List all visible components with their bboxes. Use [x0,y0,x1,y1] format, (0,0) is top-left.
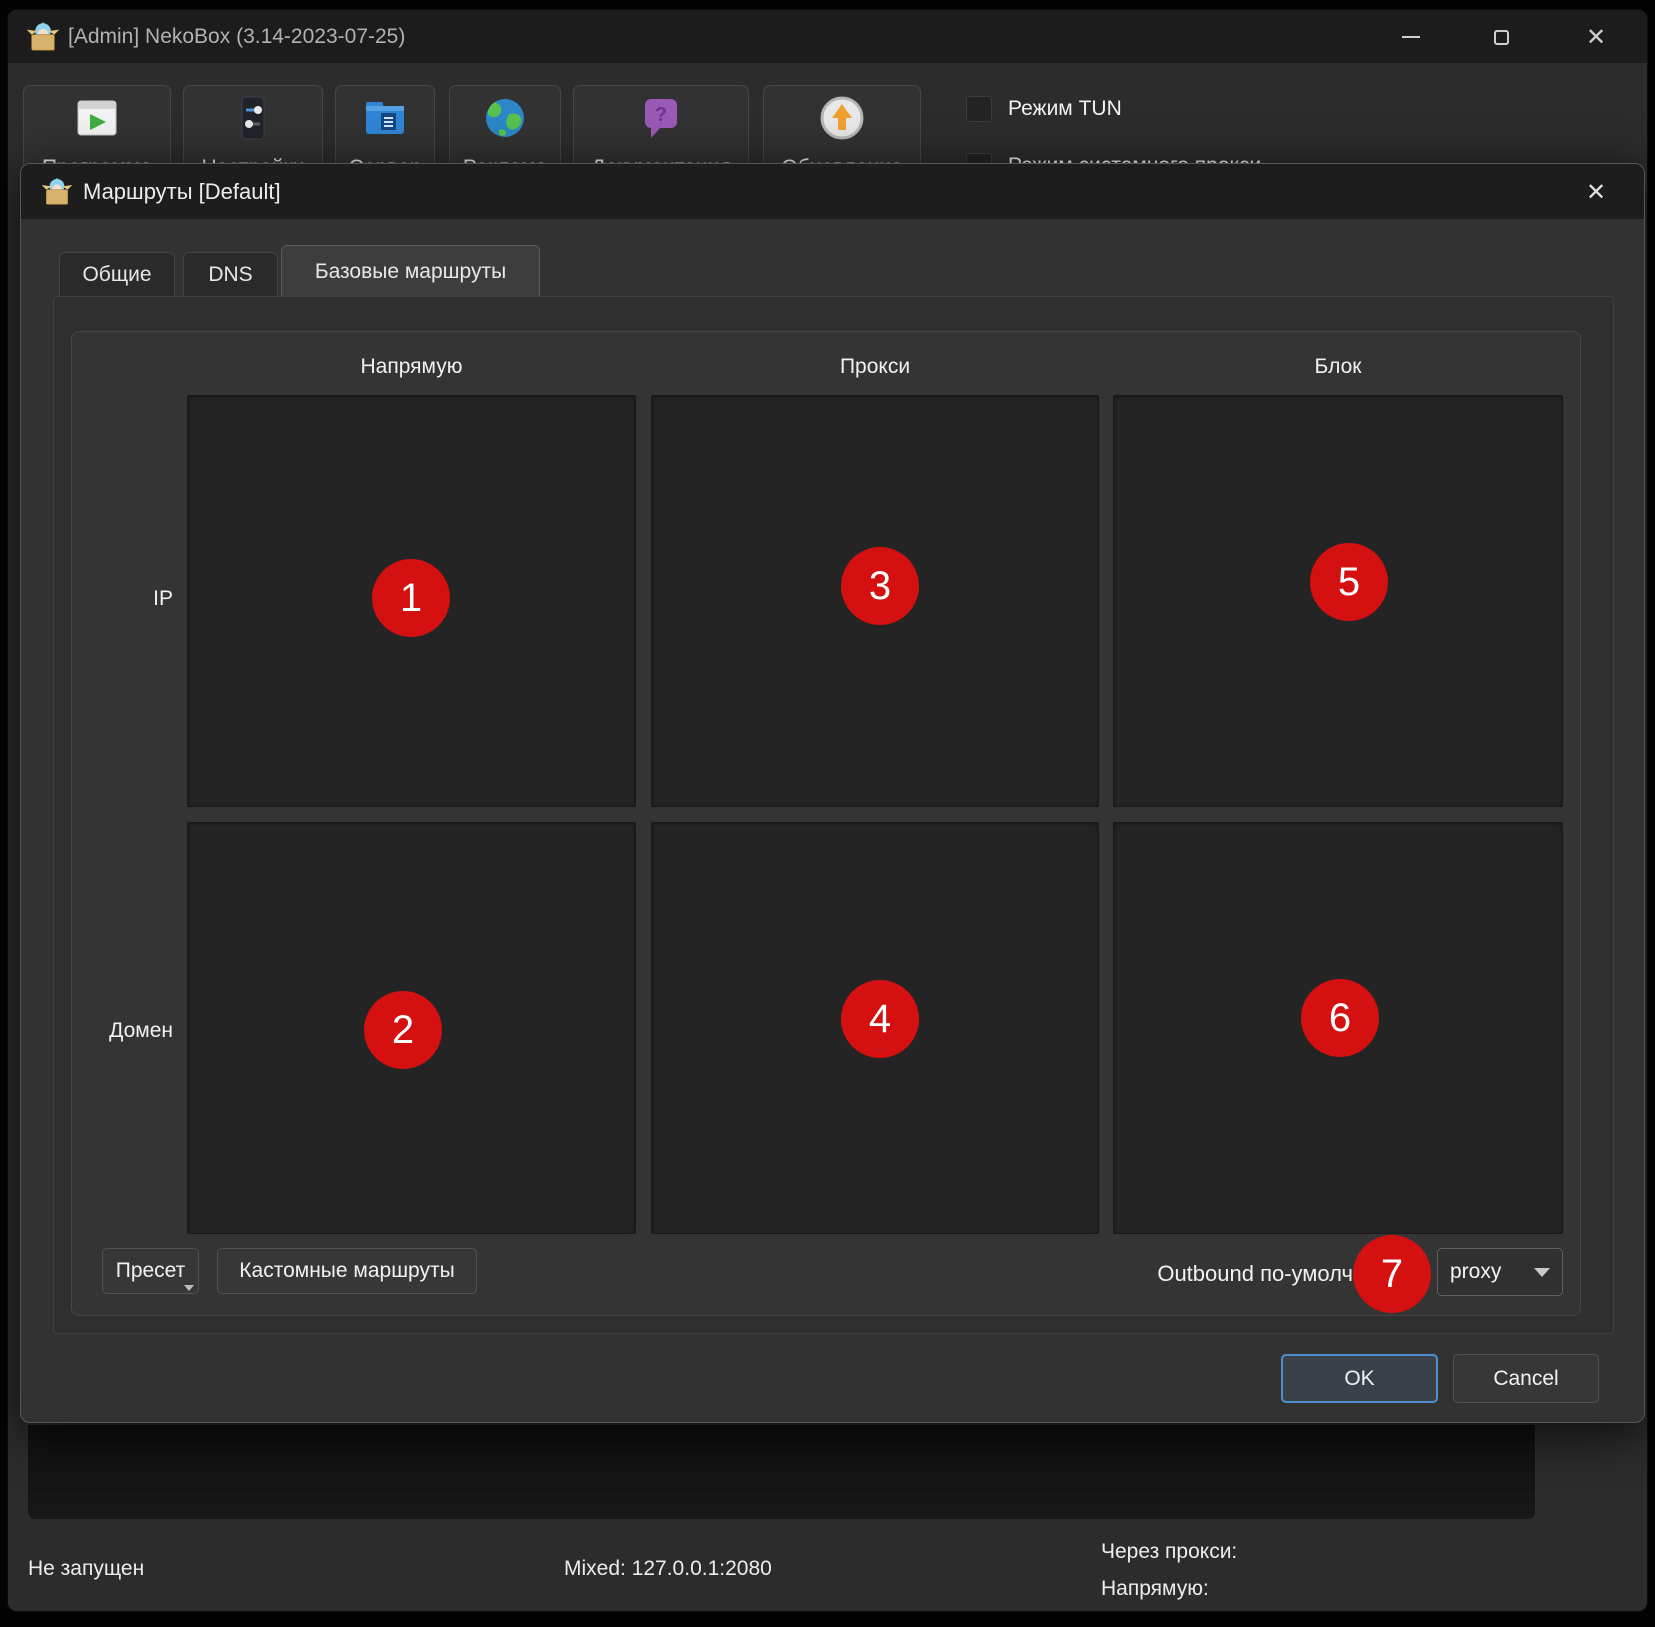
routes-dialog: Маршруты [Default] ✕ Общие DNS Базовые м… [20,163,1645,1423]
annotation-circle-3: 3 [841,547,919,625]
annotation-circle-1: 1 [372,559,450,637]
help-bubble-icon: ? [637,94,685,142]
custom-routes-button[interactable]: Кастомные маршруты [217,1248,477,1294]
nekobox-dialog-icon [41,175,73,207]
minimize-icon [1402,36,1420,38]
tab-dns[interactable]: DNS [183,252,278,297]
maximize-button[interactable] [1479,15,1523,59]
status-mixed-address: Mixed: 127.0.0.1:2080 [564,1557,772,1581]
screen: [Admin] NekoBox (3.14-2023-07-25) ✕ Прог… [0,0,1655,1627]
app-run-icon [73,94,121,142]
globe-icon [481,94,529,142]
cancel-button[interactable]: Cancel [1453,1354,1599,1403]
column-header-proxy: Прокси [651,353,1099,381]
tun-mode-label: Режим TUN [1008,97,1122,121]
tab-general[interactable]: Общие [59,252,175,297]
minimize-button[interactable] [1389,15,1433,59]
log-panel[interactable] [27,1424,1536,1520]
tun-mode-checkbox[interactable] [966,96,992,122]
annotation-circle-5: 5 [1310,543,1388,621]
tun-mode-row: Режим TUN [966,96,1122,122]
nekobox-app-icon [26,19,60,53]
annotation-circle-2: 2 [364,991,442,1069]
outbound-default-label: Outbound по-умолч [1053,1258,1353,1290]
close-dialog-button[interactable]: ✕ [1574,170,1618,214]
status-state: Не запущен [28,1557,144,1581]
annotation-circle-4: 4 [841,980,919,1058]
update-arrow-icon [818,94,866,142]
server-folder-icon [361,94,409,142]
preset-button[interactable]: Пресет [102,1248,199,1294]
ok-button[interactable]: OK [1281,1354,1438,1403]
settings-sliders-icon [229,94,277,142]
column-header-block: Блок [1113,353,1563,381]
preset-button-label: Пресет [116,1259,186,1283]
row-label-ip: IP [73,585,173,613]
row-label-domain: Домен [73,1017,173,1045]
annotation-circle-6: 6 [1301,979,1379,1057]
dialog-titlebar: Маршруты [Default] ✕ [21,164,1644,219]
outbound-select-value: proxy [1450,1260,1534,1284]
preset-dropdown-icon [184,1285,194,1291]
close-window-button[interactable]: ✕ [1574,15,1618,59]
status-direct: Напрямую: [1101,1577,1209,1601]
svg-text:?: ? [655,104,667,126]
dialog-title: Маршруты [Default] [83,164,281,219]
annotation-circle-7: 7 [1353,1235,1431,1313]
chevron-down-icon [1534,1268,1550,1277]
window-title: [Admin] NekoBox (3.14-2023-07-25) [68,10,405,63]
maximize-icon [1494,30,1509,45]
column-header-direct: Напрямую [187,353,636,381]
window-titlebar: [Admin] NekoBox (3.14-2023-07-25) ✕ [8,10,1647,63]
tab-basic-routes[interactable]: Базовые маршруты [281,245,540,298]
status-via-proxy: Через прокси: [1101,1540,1237,1564]
outbound-select[interactable]: proxy [1437,1248,1563,1296]
